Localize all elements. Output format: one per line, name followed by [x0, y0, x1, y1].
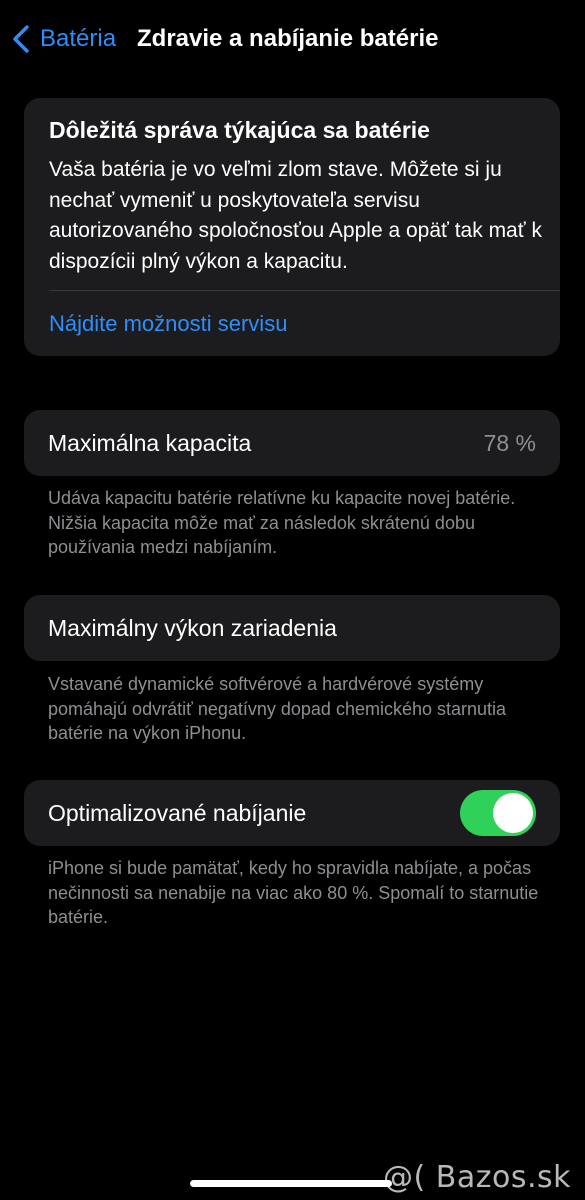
- back-button[interactable]: Batéria: [12, 22, 116, 56]
- optimized-charging-footnote: iPhone si bude pamätať, kedy ho spravidl…: [48, 858, 539, 927]
- max-capacity-footnote: Udáva kapacitu batérie relatívne ku kapa…: [48, 488, 516, 557]
- find-service-options-link[interactable]: Nájdite možnosti servisu: [49, 310, 287, 338]
- page-title: Zdravie a nabíjanie batérie: [137, 25, 439, 52]
- message-divider: [49, 290, 560, 291]
- peak-performance-label: Maximálny výkon zariadenia: [48, 614, 337, 641]
- watermark: @( Bazos.sk: [383, 1160, 571, 1195]
- optimized-charging-row: Optimalizované nabíjanie: [24, 780, 560, 846]
- battery-message-card: Dôležitá správa týkajúca sa batérie Vaša…: [24, 98, 560, 356]
- message-title: Dôležitá správa týkajúca sa batérie: [49, 117, 430, 143]
- message-body: Vaša batéria je vo veľmi zlom stave. Môž…: [49, 158, 542, 273]
- toggle-knob: [493, 793, 533, 833]
- max-capacity-label: Maximálna kapacita: [48, 429, 252, 456]
- navigation-bar: Batéria Zdravie a nabíjanie batérie: [0, 0, 585, 80]
- chevron-left-icon: [12, 24, 30, 54]
- max-capacity-value: 78 %: [483, 429, 536, 456]
- optimized-charging-toggle[interactable]: [460, 790, 536, 836]
- back-label: Batéria: [40, 25, 117, 52]
- optimized-charging-label: Optimalizované nabíjanie: [48, 799, 307, 826]
- peak-performance-footnote: Vstavané dynamické softvérové a hardvéro…: [48, 674, 507, 743]
- max-capacity-row: Maximálna kapacita 78 %: [24, 410, 560, 476]
- peak-performance-row: Maximálny výkon zariadenia: [24, 595, 560, 661]
- home-indicator: [190, 1180, 392, 1187]
